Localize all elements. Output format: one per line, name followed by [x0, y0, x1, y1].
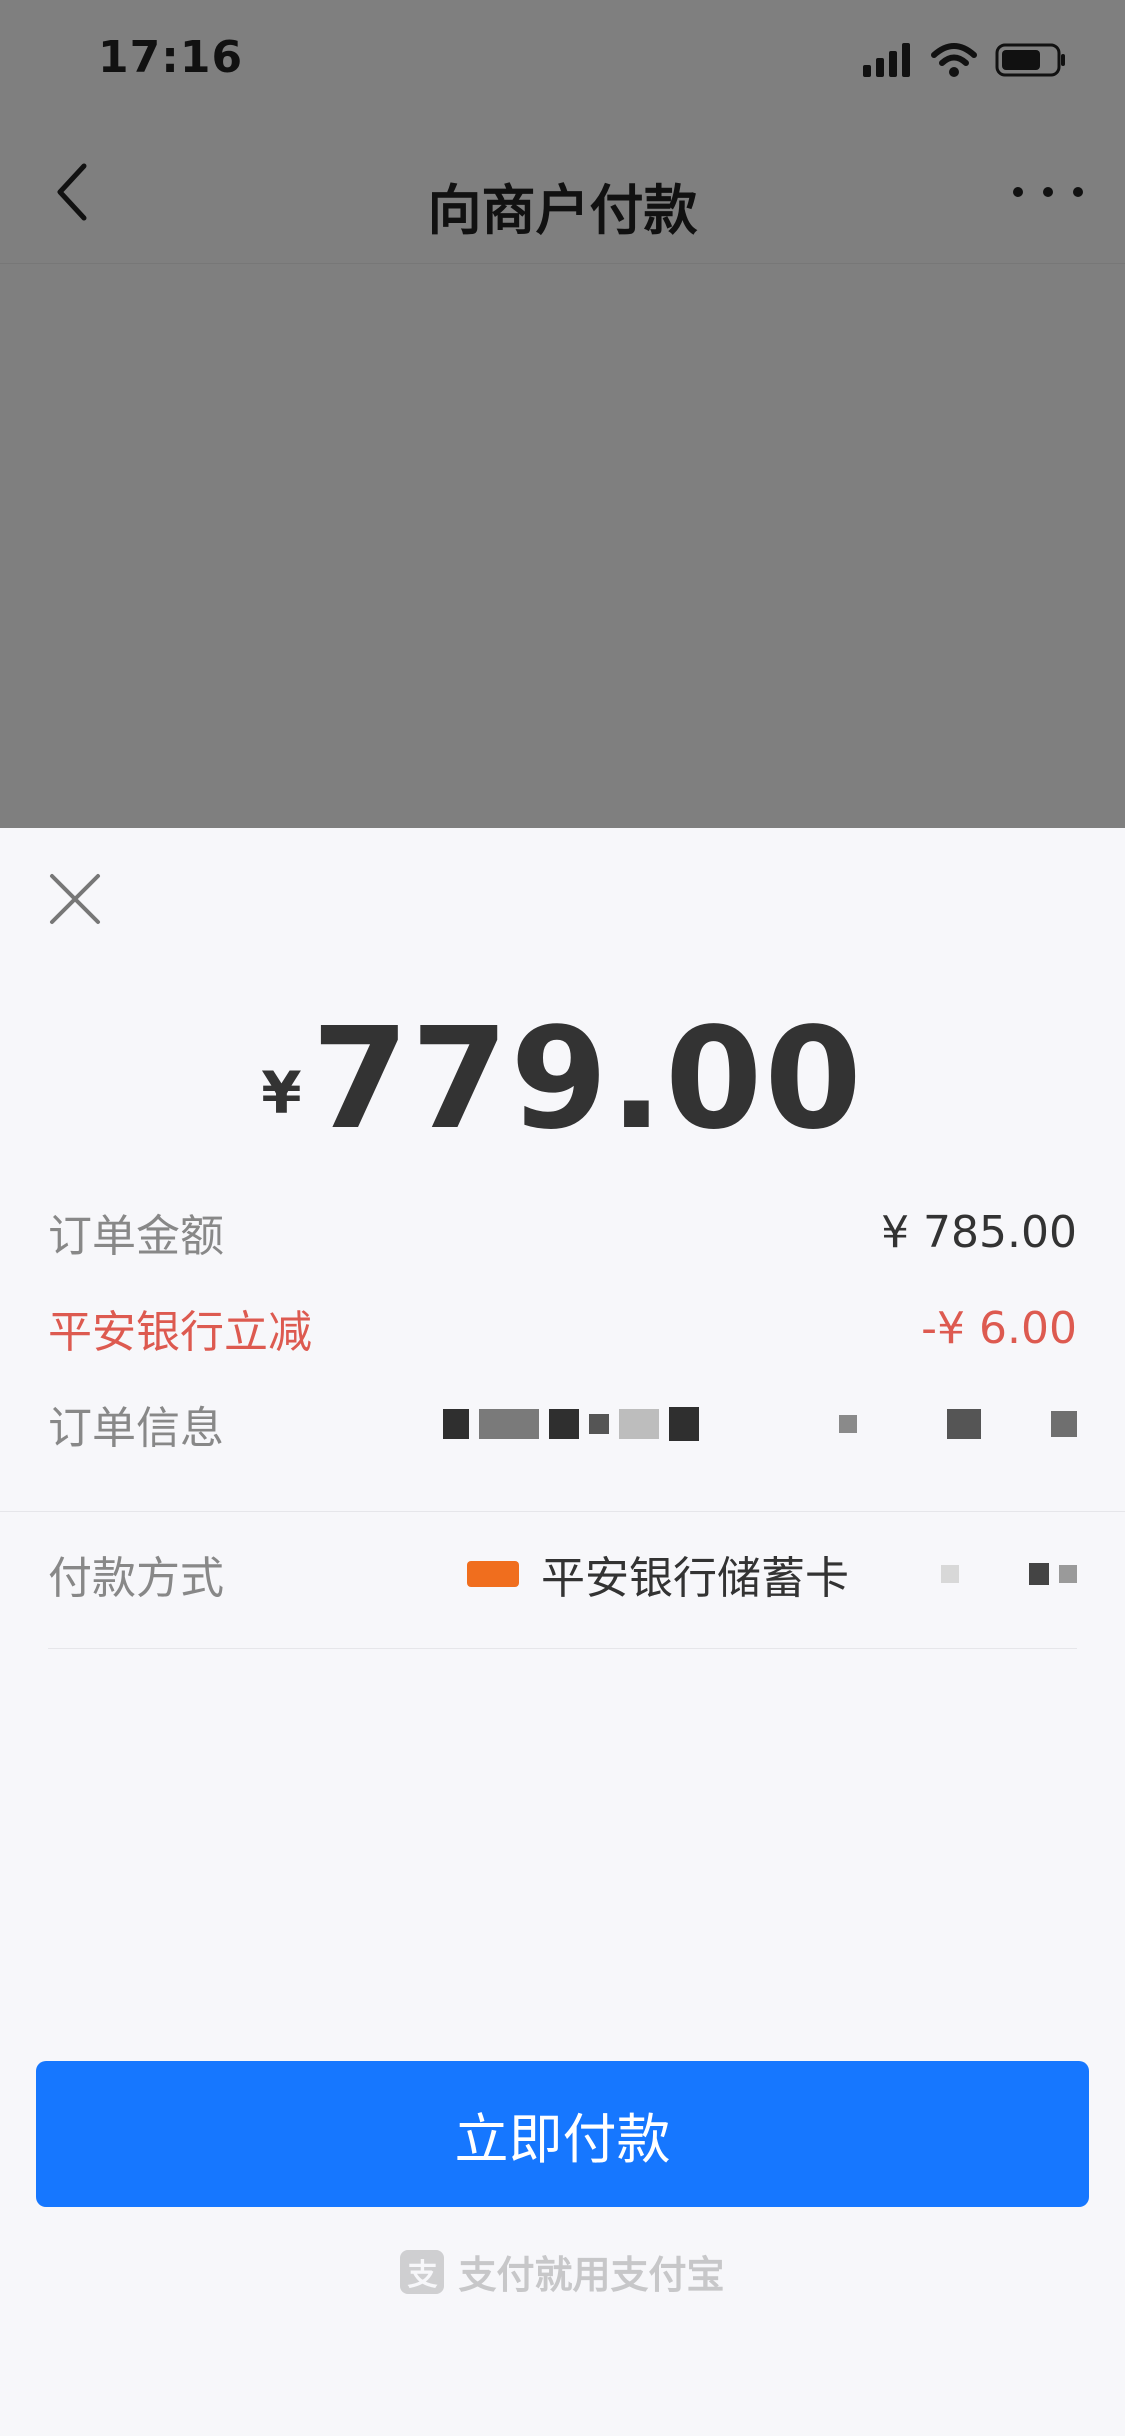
nav-divider: [0, 263, 1125, 264]
nav-bar: 向商户付款: [0, 120, 1125, 265]
payment-sheet: ¥779.00 订单金额 ¥ 785.00 平安银行立减 -¥ 6.00 订单信…: [0, 828, 1125, 2436]
payment-method-label: 付款方式: [48, 1553, 224, 1604]
alipay-logo-icon: 支: [400, 2249, 445, 2294]
battery-icon: [995, 43, 1065, 77]
footer-text: 支付就用支付宝: [458, 2253, 725, 2297]
amount-value: 779.00: [311, 998, 864, 1161]
order-amount-row: 订单金额 ¥ 785.00: [48, 1196, 1077, 1268]
close-icon[interactable]: [48, 872, 102, 926]
row-divider: [48, 1648, 1077, 1649]
payment-method-row[interactable]: 付款方式 平安银行储蓄卡: [48, 1538, 1077, 1610]
order-info-label: 订单信息: [48, 1403, 224, 1454]
cellular-signal-icon: [863, 43, 910, 77]
payment-method-name: 平安银行储蓄卡: [541, 1553, 849, 1604]
card-number-masked: [871, 1563, 1077, 1585]
more-options-icon[interactable]: [1013, 172, 1083, 212]
discount-value: -¥ 6.00: [921, 1302, 1077, 1354]
order-amount-value: ¥ 785.00: [881, 1206, 1077, 1258]
page-title: 向商户付款: [427, 179, 698, 242]
pingan-bank-card-icon: [467, 1561, 519, 1587]
payment-method-value[interactable]: 平安银行储蓄卡: [467, 1542, 1077, 1606]
currency-symbol: ¥: [261, 1059, 302, 1127]
status-time: 17:16: [98, 32, 244, 83]
wifi-icon: [931, 43, 977, 77]
status-bar: 17:16: [0, 0, 1125, 120]
discount-row: 平安银行立减 -¥ 6.00: [48, 1292, 1077, 1364]
section-divider: [0, 1511, 1125, 1512]
payment-amount: ¥779.00: [0, 998, 1125, 1161]
status-icons: [863, 38, 1067, 82]
order-amount-label: 订单金额: [48, 1211, 224, 1262]
order-info-masked-value: [443, 1407, 1077, 1441]
discount-label: 平安银行立减: [48, 1307, 312, 1358]
footer-slogan: 支 支付就用支付宝: [0, 2244, 1125, 2299]
order-info-row: 订单信息: [48, 1388, 1077, 1460]
pay-now-button[interactable]: 立即付款: [36, 2061, 1089, 2207]
